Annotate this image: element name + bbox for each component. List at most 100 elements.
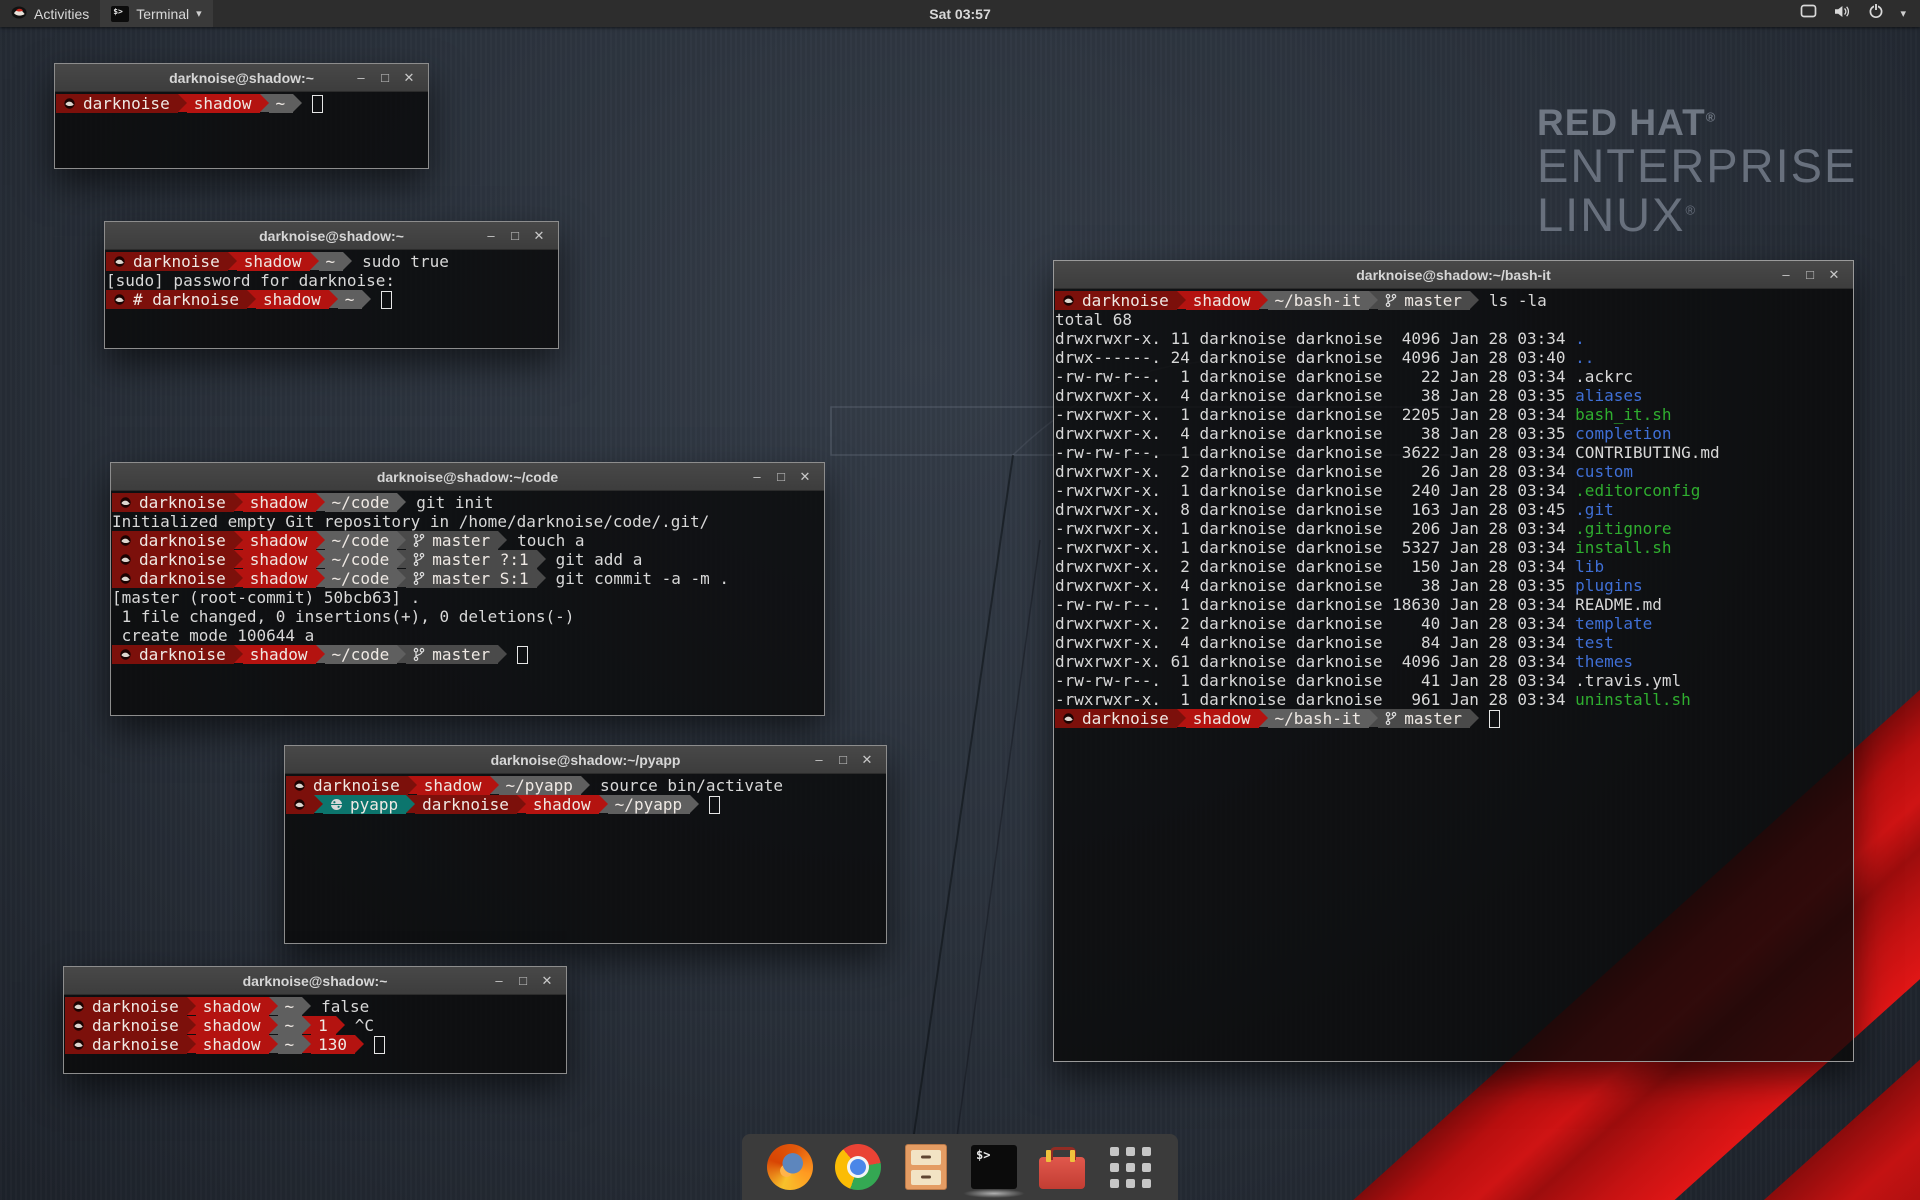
window-titlebar[interactable]: darknoise@shadow:~–□✕ xyxy=(105,222,558,250)
prompt-segment: ~ xyxy=(278,1035,303,1054)
powerline-arrow-icon xyxy=(490,776,499,794)
segment-label: darknoise xyxy=(313,776,400,795)
clock[interactable]: Sat 03:57 xyxy=(929,6,990,22)
powerline-arrow-icon xyxy=(329,290,338,308)
segment-label: ~ xyxy=(276,94,286,113)
prompt-segment: darknoise xyxy=(106,252,228,271)
system-tray[interactable]: ▾ xyxy=(1800,0,1920,27)
maximize-button[interactable]: □ xyxy=(512,973,534,989)
dock-item-firefox[interactable] xyxy=(766,1141,814,1193)
segment-label: darknoise xyxy=(139,645,226,664)
segment-label: ~/bash-it xyxy=(1275,709,1362,728)
powerline-arrow-icon xyxy=(178,94,187,112)
redhat-icon xyxy=(72,1039,85,1050)
terminal-cursor xyxy=(374,1036,385,1054)
maximize-button[interactable]: □ xyxy=(374,70,396,86)
powerline-arrow-icon xyxy=(397,550,406,568)
minimize-button[interactable]: – xyxy=(808,752,830,768)
minimize-button[interactable]: – xyxy=(746,469,768,485)
maximize-button[interactable]: □ xyxy=(770,469,792,485)
minimize-button[interactable]: – xyxy=(350,70,372,86)
powerline-arrow-icon xyxy=(293,94,302,112)
desktop: RED HAT® ENTERPRISE LINUX® darknoise@sha… xyxy=(0,0,1920,1200)
minimize-button[interactable]: – xyxy=(1775,267,1797,283)
file-list-row: drwxrwxr-x. 4 darknoise darknoise 84 Jan… xyxy=(1055,633,1853,652)
segment-label: darknoise xyxy=(92,1035,179,1054)
close-button[interactable]: ✕ xyxy=(536,973,558,989)
file-meta: drwxrwxr-x. 4 darknoise darknoise 38 Jan… xyxy=(1055,576,1575,595)
segment-label: 1 xyxy=(318,1016,328,1035)
window-buttons: –□✕ xyxy=(1775,267,1853,283)
powerline-arrow-icon xyxy=(581,776,590,794)
file-list-row: drwxrwxr-x. 2 darknoise darknoise 26 Jan… xyxy=(1055,462,1853,481)
maximize-button[interactable]: □ xyxy=(504,228,526,244)
prompt-line: darknoiseshadow~false xyxy=(65,997,566,1016)
segment-label: 130 xyxy=(318,1035,347,1054)
command-text: sudo true xyxy=(352,252,449,271)
prompt-segment: ~/bash-it xyxy=(1268,291,1370,310)
terminal-content[interactable]: darknoiseshadow~falsedarknoiseshadow~1^C… xyxy=(64,995,566,1073)
chevron-down-icon: ▾ xyxy=(196,7,202,20)
window-titlebar[interactable]: darknoise@shadow:~/bash-it–□✕ xyxy=(1054,261,1853,289)
file-meta: drwxrwxr-x. 4 darknoise darknoise 38 Jan… xyxy=(1055,386,1575,405)
segment-label: shadow xyxy=(194,94,252,113)
close-button[interactable]: ✕ xyxy=(1823,267,1845,283)
minimize-button[interactable]: – xyxy=(480,228,502,244)
file-name: install.sh xyxy=(1575,538,1671,557)
close-button[interactable]: ✕ xyxy=(794,469,816,485)
segment-label: darknoise xyxy=(1082,709,1169,728)
terminal-content[interactable]: darknoiseshadow~sudo true[sudo] password… xyxy=(105,250,558,348)
segment-label: darknoise xyxy=(139,493,226,512)
rhel-logo: RED HAT® ENTERPRISE LINUX® xyxy=(1537,104,1857,240)
powerline-arrow-icon xyxy=(408,776,417,794)
prompt-segment: ~/pyapp xyxy=(499,776,581,795)
file-list-row: drwx------. 24 darknoise darknoise 4096 … xyxy=(1055,348,1853,367)
close-button[interactable]: ✕ xyxy=(856,752,878,768)
maximize-button[interactable]: □ xyxy=(832,752,854,768)
dock-item-chrome[interactable] xyxy=(834,1141,882,1193)
dock-item-toolbox[interactable] xyxy=(1038,1141,1086,1193)
powerline-arrow-icon xyxy=(314,795,323,813)
close-button[interactable]: ✕ xyxy=(398,70,420,86)
terminal-cursor xyxy=(312,95,323,113)
file-list-row: drwxrwxr-x. 2 darknoise darknoise 150 Ja… xyxy=(1055,557,1853,576)
terminal-content[interactable]: darknoiseshadow~/pyappsource bin/activat… xyxy=(285,774,886,943)
window-titlebar[interactable]: darknoise@shadow:~/pyapp–□✕ xyxy=(285,746,886,774)
segment-label: master xyxy=(1404,291,1462,310)
segment-label: darknoise xyxy=(139,531,226,550)
file-name: .editorconfig xyxy=(1575,481,1700,500)
file-name: test xyxy=(1575,633,1614,652)
prompt-segment: shadow xyxy=(1186,709,1259,728)
prompt-segment: shadow xyxy=(417,776,490,795)
dock-item-app-grid[interactable] xyxy=(1106,1141,1154,1193)
close-button[interactable]: ✕ xyxy=(528,228,550,244)
powerline-arrow-icon xyxy=(302,1035,311,1053)
app-menu-terminal[interactable]: $> Terminal ▾ xyxy=(100,0,212,27)
prompt-segment: master S:1 xyxy=(406,569,536,588)
segment-label: ~/code xyxy=(332,493,390,512)
file-list-row: drwxrwxr-x. 4 darknoise darknoise 38 Jan… xyxy=(1055,424,1853,443)
python-venv-icon xyxy=(330,798,343,811)
activities-button[interactable]: Activities xyxy=(0,0,100,27)
terminal-content[interactable]: darknoiseshadow~/bash-itmasterls -latota… xyxy=(1054,289,1853,1061)
minimize-button[interactable]: – xyxy=(488,973,510,989)
segment-label: shadow xyxy=(203,1035,261,1054)
window-titlebar[interactable]: darknoise@shadow:~/code–□✕ xyxy=(111,463,824,491)
terminal-content[interactable]: darknoiseshadow~/codegit initInitialized… xyxy=(111,491,824,715)
prompt-line: darknoiseshadow~/bash-itmasterls -la xyxy=(1055,291,1853,310)
window-titlebar[interactable]: darknoise@shadow:~–□✕ xyxy=(64,967,566,995)
window-titlebar[interactable]: darknoise@shadow:~–□✕ xyxy=(55,64,428,92)
window-title: darknoise@shadow:~/code xyxy=(111,469,824,485)
terminal-window-darknoise-shadow-bash-it: darknoise@shadow:~/bash-it–□✕ darknoise sh… xyxy=(1053,260,1854,1062)
maximize-button[interactable]: □ xyxy=(1799,267,1821,283)
redhat-icon xyxy=(113,256,126,267)
prompt-segment: pyapp xyxy=(323,795,406,814)
dock-item-terminal[interactable]: $> xyxy=(970,1141,1018,1193)
segment-label: ~ xyxy=(326,252,336,271)
terminal-content[interactable]: darknoiseshadow~ xyxy=(55,92,428,168)
file-list-row: -rw-rw-r--. 1 darknoise darknoise 41 Jan… xyxy=(1055,671,1853,690)
powerline-arrow-icon xyxy=(247,290,256,308)
segment-label: shadow xyxy=(1193,291,1251,310)
dock-item-files[interactable] xyxy=(902,1141,950,1193)
terminal-cursor xyxy=(709,796,720,814)
